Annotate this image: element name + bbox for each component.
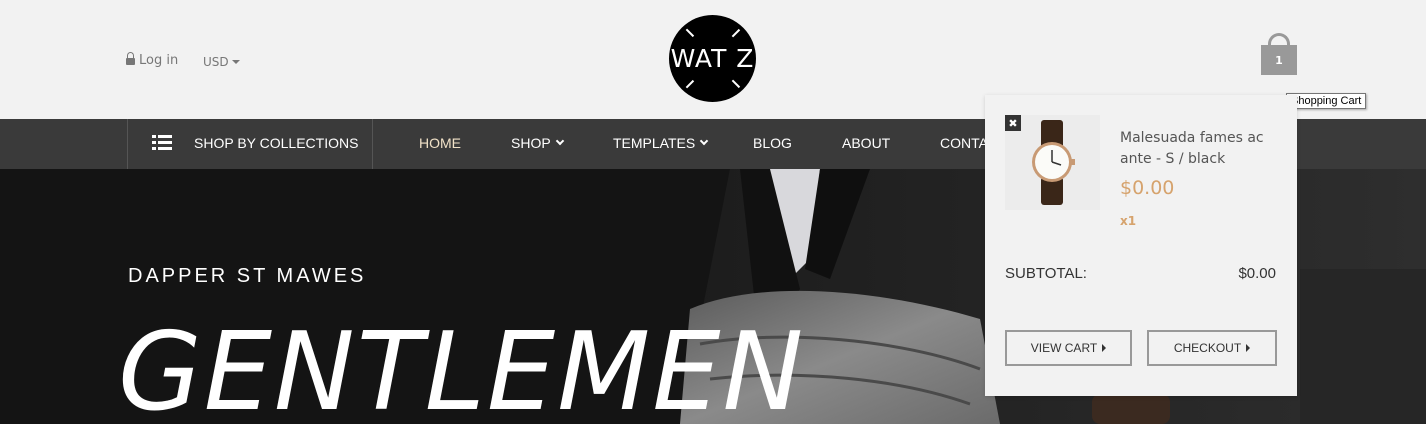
nav-shop-label: SHOP	[511, 135, 551, 151]
nav-shop[interactable]: SHOP	[511, 135, 564, 151]
nav-about-label: ABOUT	[842, 135, 891, 151]
view-cart-button[interactable]: VIEW CART	[1005, 330, 1132, 366]
nav-about[interactable]: ABOUT	[842, 135, 890, 151]
cart-count: 1	[1275, 53, 1283, 67]
lock-icon	[126, 51, 135, 66]
subtotal-value: $0.00	[1238, 265, 1276, 282]
nav-blog-label: BLOG	[753, 135, 792, 151]
nav-home-label: HOME	[419, 135, 461, 151]
currency-select[interactable]: USD	[203, 55, 240, 69]
product-price: $0.00	[1120, 177, 1175, 199]
remove-item-button[interactable]: ✖	[1005, 115, 1021, 131]
list-icon	[152, 135, 172, 150]
product-name[interactable]: Malesuada fames ac ante - S / black	[1120, 128, 1270, 170]
cart-button[interactable]: 1	[1261, 45, 1297, 75]
checkout-label: CHECKOUT	[1173, 341, 1242, 355]
subtotal-label: SUBTOTAL:	[1005, 265, 1087, 282]
cart-tooltip: Shopping Cart	[1286, 93, 1367, 109]
hero-title: GENTLEMEN	[118, 310, 806, 424]
caret-down-icon	[231, 60, 240, 64]
nav-contact-label: CONTA	[940, 135, 988, 151]
caret-right-icon	[1246, 344, 1251, 352]
nav-blog[interactable]: BLOG	[753, 135, 792, 151]
close-icon: ✖	[1008, 116, 1018, 130]
collections-label: SHOP BY COLLECTIONS	[194, 135, 359, 151]
logo-text: WAT Z	[670, 44, 755, 73]
hero-subtitle: DAPPER ST MAWES	[128, 265, 367, 287]
cart-dropdown: ✖ Malesuada fames ac ante - S / black $0…	[985, 95, 1297, 396]
nav-contact[interactable]: CONTA	[940, 135, 988, 151]
chevron-down-icon	[555, 136, 564, 146]
chevron-down-icon	[699, 136, 709, 146]
nav-templates-label: TEMPLATES	[613, 135, 696, 151]
nav-templates[interactable]: TEMPLATES	[613, 135, 709, 151]
shop-by-collections-button[interactable]: SHOP BY COLLECTIONS	[127, 119, 373, 169]
site-logo[interactable]: WAT Z	[669, 15, 756, 102]
currency-label: USD	[203, 55, 229, 69]
login-label: Log in	[139, 53, 179, 68]
product-quantity: x1	[1120, 214, 1137, 228]
view-cart-label: VIEW CART	[1030, 341, 1098, 355]
nav-home[interactable]: HOME	[419, 135, 461, 151]
login-link[interactable]: Log in	[126, 51, 179, 68]
caret-right-icon	[1102, 344, 1107, 352]
checkout-button[interactable]: CHECKOUT	[1147, 330, 1277, 366]
